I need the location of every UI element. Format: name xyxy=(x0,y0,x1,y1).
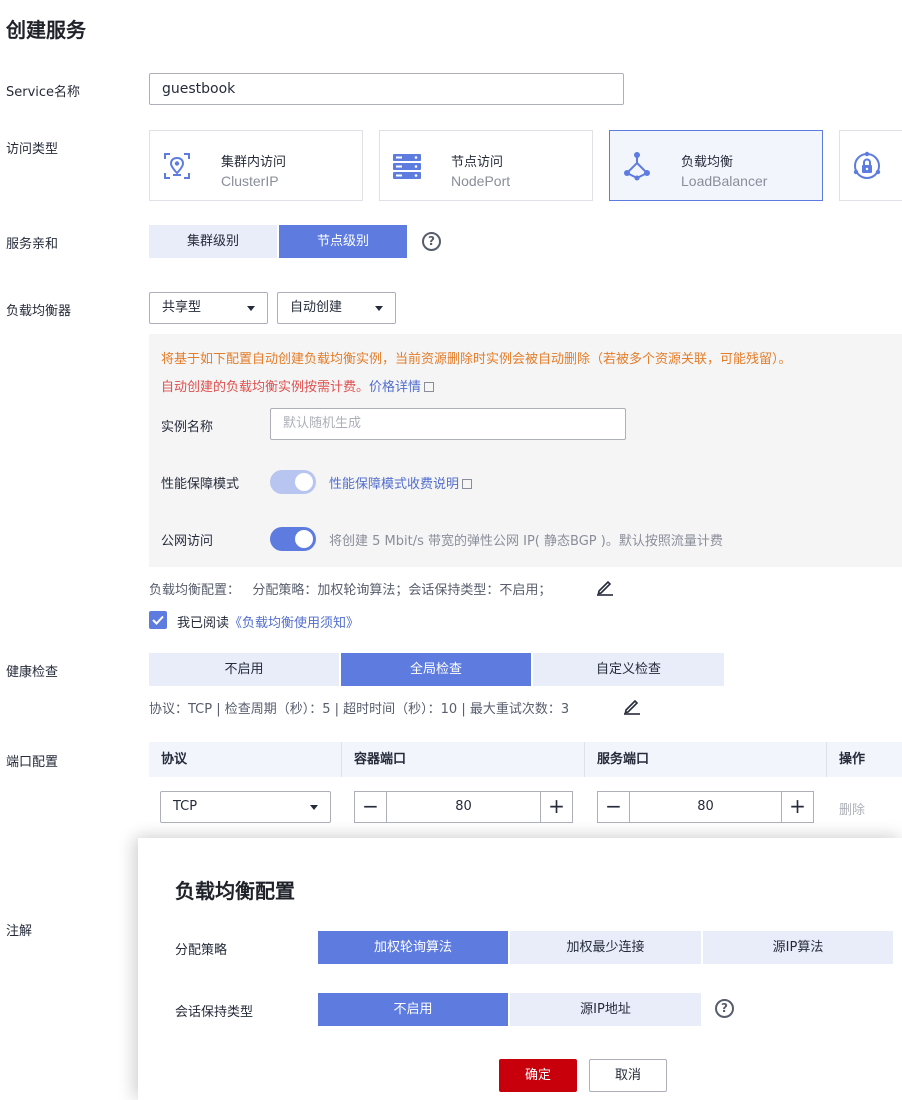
ports-table-header xyxy=(149,742,902,777)
load-balancer-icon xyxy=(624,152,650,181)
edit-icon[interactable] xyxy=(623,697,641,715)
public-access-label: 公网访问 xyxy=(161,534,214,549)
lb-type-select[interactable]: 共享型 xyxy=(149,292,268,324)
cluster-ip-icon xyxy=(164,153,190,179)
access-card-subtitle: ClusterIP xyxy=(221,173,279,189)
access-card-loadbalancer[interactable]: 负载均衡 LoadBalancer xyxy=(609,130,823,201)
perf-mode-link[interactable]: 性能保障模式收费说明 xyxy=(329,477,459,492)
plus-icon[interactable]: + xyxy=(540,792,572,822)
external-link-icon xyxy=(462,479,473,489)
check-icon xyxy=(152,615,164,625)
ports-header-action: 操作 xyxy=(839,752,866,767)
service-name-input[interactable]: guestbook xyxy=(149,73,624,105)
instance-name-label: 实例名称 xyxy=(161,420,214,435)
service-name-label: Service名称 xyxy=(6,85,81,100)
session-label: 会话保持类型 xyxy=(175,1005,254,1020)
ports-header-protocol: 协议 xyxy=(161,752,188,767)
access-type-label: 访问类型 xyxy=(6,142,59,157)
affinity-label: 服务亲和 xyxy=(6,237,59,252)
container-port-stepper[interactable]: − 80 + xyxy=(354,791,573,823)
session-off-button[interactable]: 不启用 xyxy=(318,993,508,1026)
node-port-icon xyxy=(393,154,421,179)
health-check-global-button[interactable]: 全局检查 xyxy=(341,653,531,686)
dialog-title: 负载均衡配置 xyxy=(175,879,295,903)
access-card-subtitle: NodePort xyxy=(451,173,511,189)
edit-icon[interactable] xyxy=(596,578,614,596)
lb-type-select-value: 共享型 xyxy=(162,300,202,315)
instance-name-input[interactable]: 默认随机生成 xyxy=(270,408,626,440)
session-source-ip-button[interactable]: 源IP地址 xyxy=(510,993,701,1026)
strategy-wrr-button[interactable]: 加权轮询算法 xyxy=(318,931,508,964)
ok-button[interactable]: 确定 xyxy=(499,1059,577,1092)
access-card-subtitle: LoadBalancer xyxy=(681,173,768,189)
chevron-down-icon xyxy=(375,306,383,311)
plus-icon[interactable]: + xyxy=(781,792,813,822)
public-access-toggle[interactable] xyxy=(270,527,316,551)
health-check-off-button[interactable]: 不启用 xyxy=(149,653,339,686)
health-check-label: 健康检查 xyxy=(6,665,59,680)
help-icon[interactable]: ? xyxy=(715,999,734,1018)
health-check-summary: 协议：TCP | 检查周期（秒）：5 | 超时时间（秒）：10 | 最大重试次数… xyxy=(149,702,570,717)
external-link-icon xyxy=(424,382,435,392)
access-card-title: 集群内访问 xyxy=(221,155,287,170)
access-card-nodeport[interactable]: 节点访问 NodePort xyxy=(379,130,593,201)
perf-mode-link-wrap: 性能保障模式收费说明 xyxy=(329,473,473,492)
affinity-cluster-button[interactable]: 集群级别 xyxy=(149,225,277,258)
page-title: 创建服务 xyxy=(6,18,86,42)
agree-prefix: 我已阅读 xyxy=(177,616,230,631)
perf-mode-toggle[interactable] xyxy=(270,470,316,494)
lb-mode-select-value: 自动创建 xyxy=(290,300,343,315)
help-icon[interactable]: ? xyxy=(422,232,441,251)
lb-config-summary: 负载均衡配置： 分配策略：加权轮询算法；会话保持类型：不启用； xyxy=(149,583,552,598)
perf-mode-label: 性能保障模式 xyxy=(161,477,240,492)
access-card-title: 节点访问 xyxy=(451,155,504,170)
chevron-down-icon xyxy=(247,306,255,311)
lb-notice-warning: 将基于如下配置自动创建负载均衡实例，当前资源删除时实例会被自动删除（若被多个资源… xyxy=(161,352,792,367)
ports-label: 端口配置 xyxy=(6,755,59,770)
container-port-value[interactable]: 80 xyxy=(387,792,540,822)
minus-icon[interactable]: − xyxy=(598,792,630,822)
access-card-title: 负载均衡 xyxy=(681,155,734,170)
strategy-source-ip-button[interactable]: 源IP算法 xyxy=(703,931,893,964)
ports-header-container-port: 容器端口 xyxy=(354,752,407,767)
lb-auto-create-panel: 将基于如下配置自动创建负载均衡实例，当前资源删除时实例会被自动删除（若被多个资源… xyxy=(149,334,902,567)
annotation-label: 注解 xyxy=(6,924,33,939)
strategy-wlc-button[interactable]: 加权最少连接 xyxy=(510,931,701,964)
protocol-select-value: TCP xyxy=(173,799,198,814)
price-details-link[interactable]: 价格详情 xyxy=(369,380,421,395)
lb-notice-billing: 自动创建的负载均衡实例按需计费。 xyxy=(161,380,370,395)
dnat-lock-icon xyxy=(853,151,881,179)
access-card-more[interactable] xyxy=(839,130,902,201)
cancel-button[interactable]: 取消 xyxy=(589,1059,667,1092)
affinity-node-button[interactable]: 节点级别 xyxy=(279,225,407,258)
health-check-custom-button[interactable]: 自定义检查 xyxy=(533,653,724,686)
agree-checkbox[interactable] xyxy=(149,611,167,629)
strategy-label: 分配策略 xyxy=(175,943,228,958)
lb-mode-select[interactable]: 自动创建 xyxy=(277,292,396,324)
public-access-desc: 将创建 5 Mbit/s 带宽的弹性公网 IP( 静态BGP )。默认按照流量计… xyxy=(329,534,723,549)
access-card-clusterip[interactable]: 集群内访问 ClusterIP xyxy=(149,130,363,201)
delete-port-button[interactable]: 删除 xyxy=(839,799,865,818)
load-balancer-label: 负载均衡器 xyxy=(6,304,72,319)
service-port-stepper[interactable]: − 80 + xyxy=(597,791,814,823)
lb-notice-billing-line: 自动创建的负载均衡实例按需计费。价格详情 xyxy=(161,376,435,395)
minus-icon[interactable]: − xyxy=(355,792,387,822)
protocol-select[interactable]: TCP xyxy=(160,791,331,823)
lb-usage-notice-link[interactable]: 《负载均衡使用须知》 xyxy=(229,616,359,631)
ports-header-service-port: 服务端口 xyxy=(597,752,650,767)
lb-config-dialog: 负载均衡配置 分配策略 加权轮询算法 加权最少连接 源IP算法 会话保持类型 不… xyxy=(138,838,902,1100)
agree-text: 我已阅读《负载均衡使用须知》 xyxy=(177,612,359,631)
service-port-value[interactable]: 80 xyxy=(630,792,781,822)
chevron-down-icon xyxy=(310,805,318,810)
